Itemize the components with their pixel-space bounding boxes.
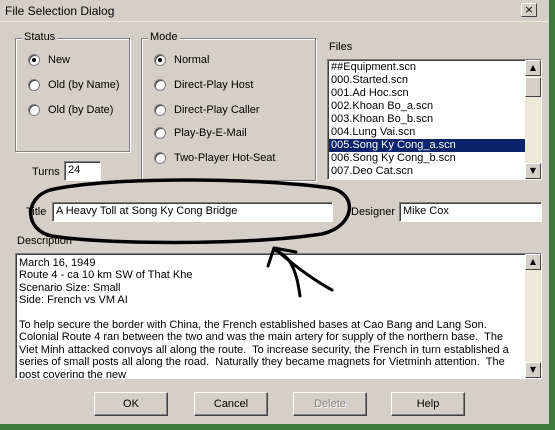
close-icon: × (524, 3, 534, 16)
title-label: Title (26, 206, 47, 218)
scroll-up-icon: ▲ (529, 257, 537, 266)
radio-play-by-email[interactable] (154, 127, 166, 139)
scroll-up-button[interactable]: ▲ (525, 60, 541, 76)
status-group: Status New Old (by Name) Old (by Date) (15, 31, 130, 152)
mode-option-direct-play-caller-label: Direct-Play Caller (174, 104, 260, 116)
designer-label: Designer (351, 206, 396, 218)
list-item[interactable]: 002.Khoan Bo_a.scn (329, 100, 527, 113)
desc-scroll-down-button[interactable]: ▼ (525, 362, 541, 378)
mode-group: Mode Normal Direct-Play Host Direct-Play… (141, 31, 316, 181)
radio-direct-play-caller[interactable] (154, 104, 166, 116)
mode-option-play-by-email-label: Play-By-E-Mail (174, 127, 247, 139)
radio-direct-play-host[interactable] (154, 79, 166, 91)
files-scrollbar[interactable]: ▲ ▼ (525, 60, 541, 179)
background-edge-right (549, 0, 555, 430)
status-option-new-label: New (48, 54, 71, 66)
description-scrollbar[interactable]: ▲ ▼ (525, 254, 541, 378)
ok-button[interactable]: OK (94, 392, 168, 416)
radio-old-by-name[interactable] (28, 79, 40, 91)
list-item[interactable]: 001.Ad Hoc.scn (329, 87, 527, 100)
status-option-old-by-date[interactable]: Old (by Date) (28, 103, 113, 117)
files-list: ##Equipment.scn 000.Started.scn 001.Ad H… (329, 61, 527, 178)
scroll-down-button[interactable]: ▼ (525, 163, 541, 179)
file-selection-dialog: File Selection Dialog × Status New Old (… (0, 0, 555, 430)
title-field[interactable]: A Heavy Toll at Song Ky Cong Bridge (52, 202, 333, 222)
radio-old-by-date[interactable] (28, 104, 40, 116)
list-item[interactable]: 004.Lung Vai.scn (329, 126, 527, 139)
list-item[interactable]: ##Equipment.scn (329, 61, 527, 74)
status-option-new[interactable]: New (28, 53, 70, 67)
desc-scroll-up-button[interactable]: ▲ (525, 254, 541, 270)
background-edge-bottom (0, 424, 555, 430)
close-button[interactable]: × (521, 3, 537, 17)
mode-option-direct-play-caller[interactable]: Direct-Play Caller (154, 103, 260, 117)
radio-two-player-hot-seat[interactable] (154, 152, 166, 164)
mode-option-normal[interactable]: Normal (154, 53, 209, 67)
mode-option-direct-play-host-label: Direct-Play Host (174, 79, 254, 91)
mode-option-two-player-hot-seat[interactable]: Two-Player Hot-Seat (154, 151, 275, 165)
status-option-old-by-name-label: Old (by Name) (48, 79, 120, 91)
scroll-down-icon: ▼ (529, 365, 537, 374)
mode-option-normal-label: Normal (174, 54, 210, 66)
files-listbox[interactable]: ##Equipment.scn 000.Started.scn 001.Ad H… (327, 59, 542, 180)
turns-label: Turns (32, 166, 60, 178)
radio-normal[interactable] (154, 54, 166, 66)
turns-field[interactable]: 24 (64, 161, 101, 181)
description-text: March 16, 1949 Route 4 - ca 10 km SW of … (19, 257, 509, 379)
cancel-button[interactable]: Cancel (194, 392, 268, 416)
mode-option-two-player-hot-seat-label: Two-Player Hot-Seat (174, 152, 276, 164)
mode-option-direct-play-host[interactable]: Direct-Play Host (154, 78, 253, 92)
radio-new[interactable] (28, 54, 40, 66)
scroll-up-icon: ▲ (529, 63, 537, 72)
mode-option-play-by-email[interactable]: Play-By-E-Mail (154, 126, 247, 140)
status-option-old-by-date-label: Old (by Date) (48, 104, 114, 116)
window-title: File Selection Dialog (5, 4, 115, 18)
help-button[interactable]: Help (391, 392, 465, 416)
description-label: Description (17, 235, 73, 247)
scroll-thumb[interactable] (525, 77, 541, 97)
scroll-down-icon: ▼ (529, 166, 537, 175)
list-item[interactable]: 000.Started.scn (329, 74, 527, 87)
title-bar: File Selection Dialog × (0, 0, 555, 22)
list-item[interactable]: 003.Khoan Bo_b.scn (329, 113, 527, 126)
status-group-label: Status (22, 31, 58, 43)
delete-button[interactable]: Delete (293, 392, 367, 416)
list-item[interactable]: 006.Song Ky Cong_b.scn (329, 152, 527, 165)
list-item[interactable]: 007.Deo Cat.scn (329, 165, 527, 178)
description-textarea[interactable]: March 16, 1949 Route 4 - ca 10 km SW of … (15, 253, 542, 379)
designer-field[interactable]: Mike Cox (399, 202, 542, 222)
list-item-selected[interactable]: 005.Song Ky Cong_a.scn (329, 139, 527, 152)
mode-group-label: Mode (148, 31, 180, 43)
files-label: Files (329, 41, 353, 53)
status-option-old-by-name[interactable]: Old (by Name) (28, 78, 120, 92)
